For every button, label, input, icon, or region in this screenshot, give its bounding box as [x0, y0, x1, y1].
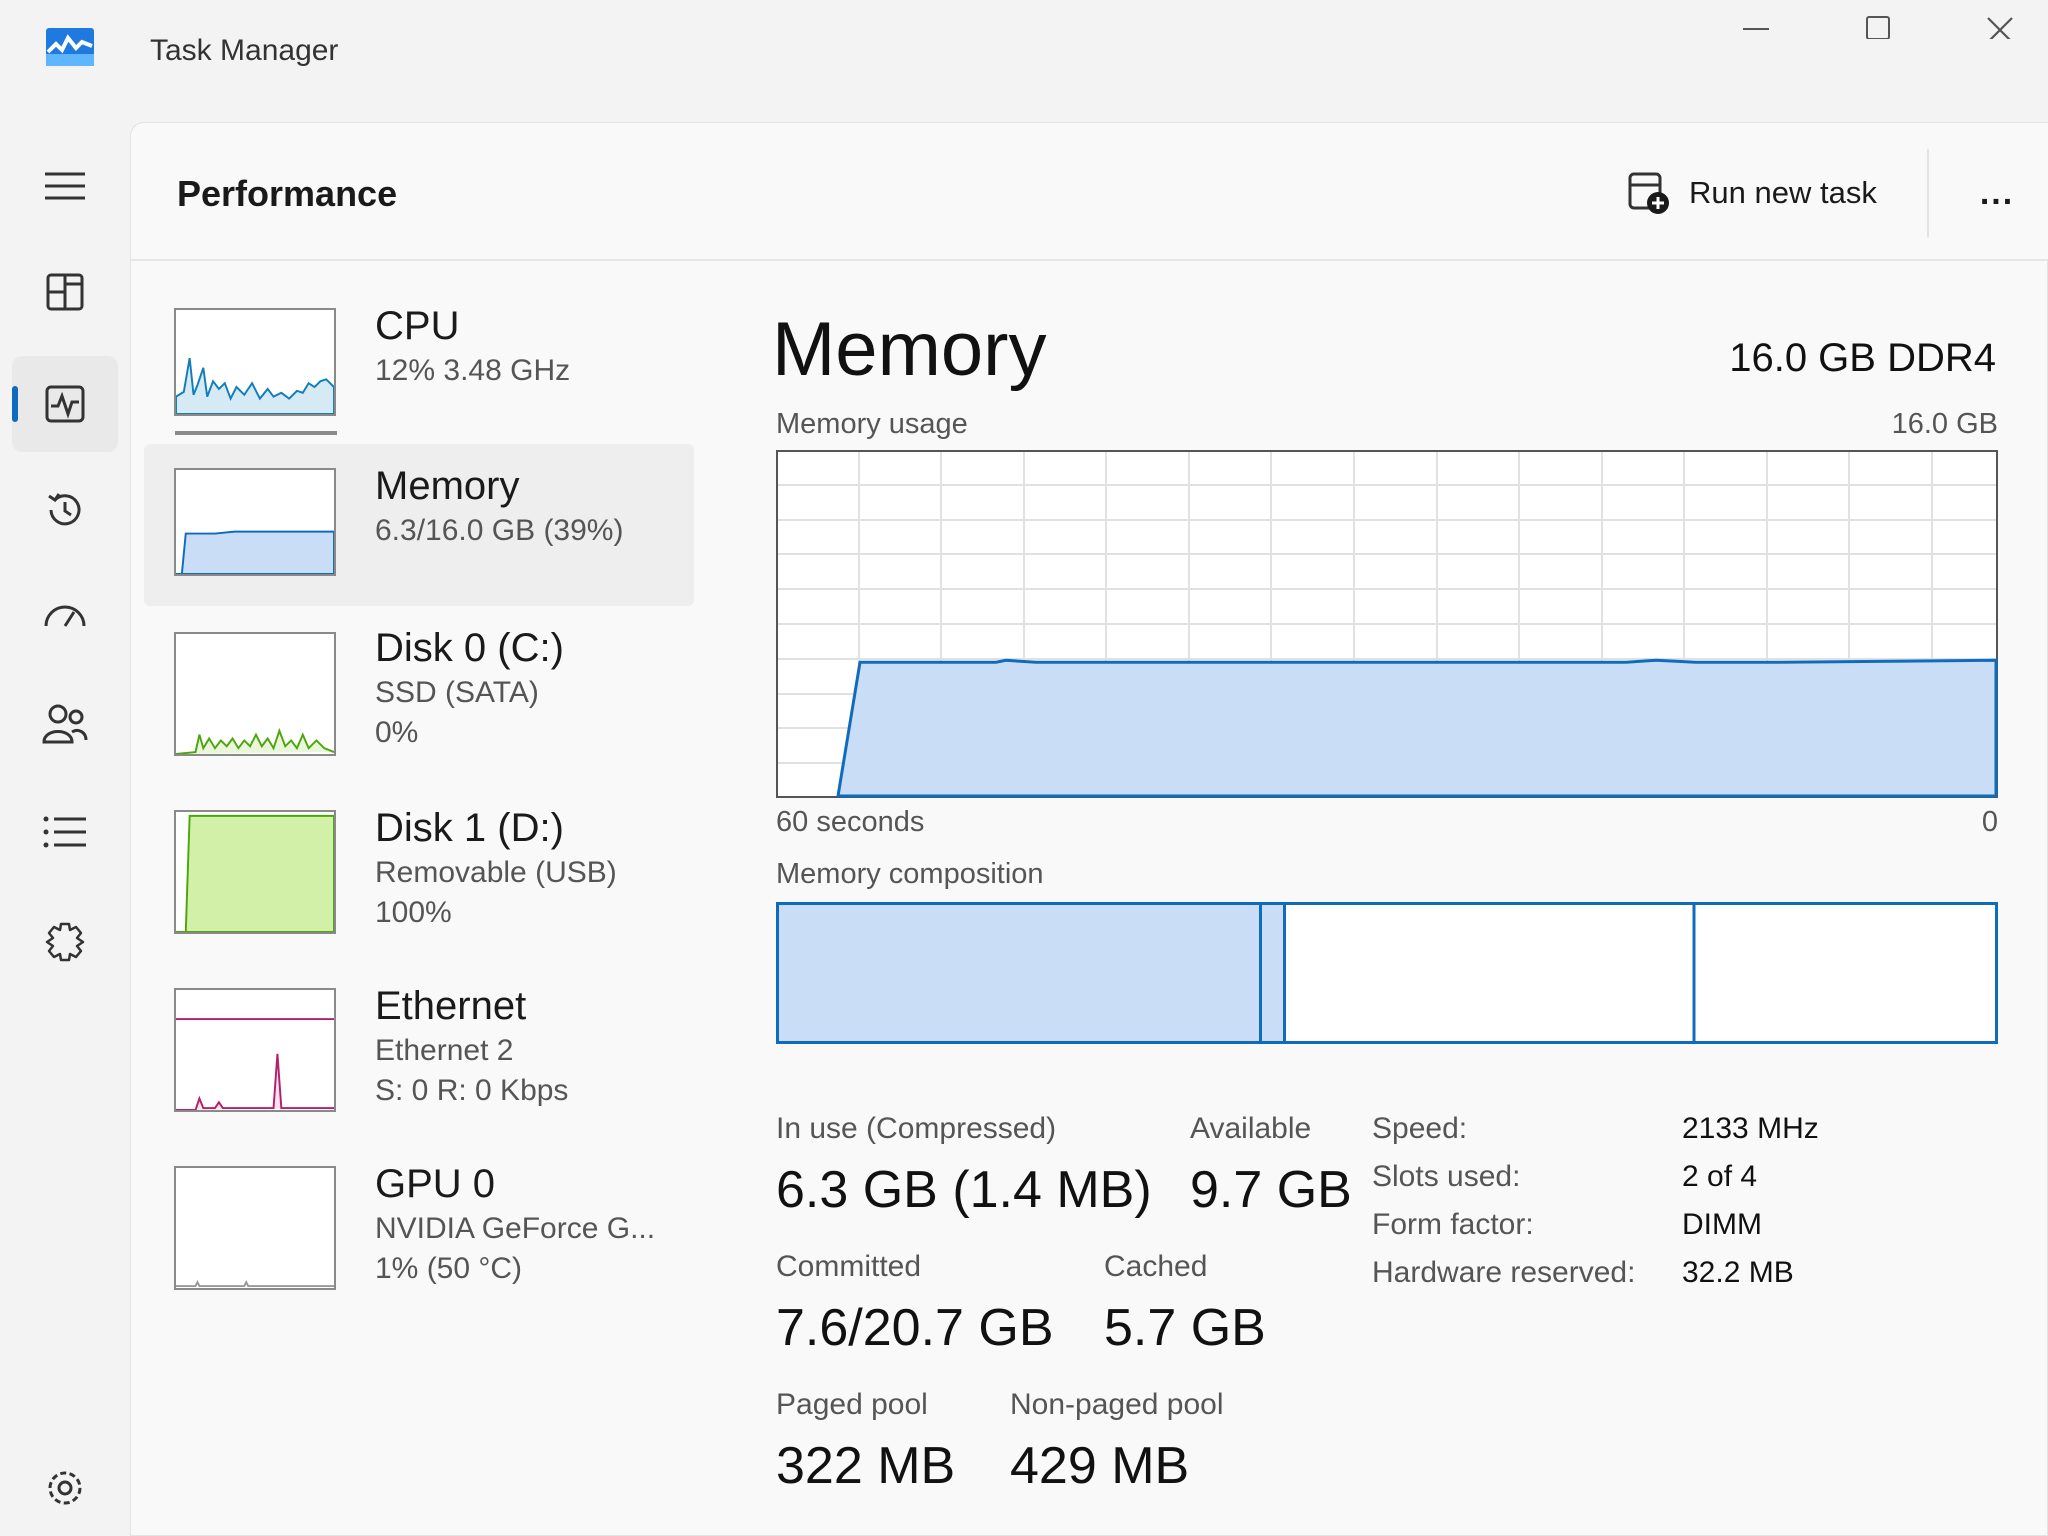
memory-usage-graph [776, 450, 1998, 798]
startup-apps-icon [44, 605, 86, 627]
nav-startup-apps[interactable] [12, 570, 118, 666]
device-name: Ethernet [375, 984, 527, 1028]
slots-used-label: Slots used: [1372, 1160, 1521, 1193]
time-axis-left: 60 seconds [776, 806, 925, 838]
form-factor-value: DIMM [1682, 1208, 1762, 1241]
device-throughput: S: 0 R: 0 Kbps [375, 1074, 569, 1107]
in-use-value: 6.3 GB (1.4 MB) [776, 1161, 1152, 1219]
speed-value: 2133 MHz [1682, 1112, 1819, 1145]
nav-app-history[interactable] [12, 462, 118, 558]
settings-icon [48, 1471, 82, 1505]
slots-used-value: 2 of 4 [1682, 1160, 1758, 1193]
non-paged-pool-label: Non-paged pool [1010, 1388, 1224, 1421]
disk-0-thumbnail [174, 632, 336, 756]
ethernet-thumbnail [174, 988, 336, 1112]
non-paged-pool-value: 429 MB [1010, 1437, 1190, 1495]
paged-pool-value: 322 MB [776, 1437, 956, 1495]
memory-composition-bar [776, 902, 1998, 1044]
in-use-label: In use (Compressed) [776, 1112, 1057, 1145]
device-usage: 0% [375, 716, 419, 749]
device-ethernet[interactable]: Ethernet Ethernet 2 S: 0 R: 0 Kbps [144, 972, 694, 1142]
run-new-task-icon [1628, 172, 1669, 214]
maximize-icon [1866, 16, 1890, 39]
device-name: CPU [375, 304, 460, 348]
device-usage: 100% [375, 896, 452, 929]
header-divider [1927, 149, 1929, 237]
composition-in-use [776, 902, 1262, 1044]
memory-usage-area [836, 658, 1998, 798]
nav-performance[interactable] [12, 356, 118, 452]
nav-menu-button[interactable] [12, 138, 118, 234]
form-factor-label: Form factor: [1372, 1208, 1534, 1241]
composition-modified [1259, 902, 1286, 1044]
device-detail: 12% 3.48 GHz [375, 354, 571, 387]
users-icon [42, 704, 88, 744]
more-icon: ... [1979, 173, 2015, 212]
device-disk-0[interactable]: Disk 0 (C:) SSD (SATA) 0% [144, 616, 694, 786]
nav-details[interactable] [12, 784, 118, 880]
device-cpu[interactable]: CPU 12% 3.48 GHz [144, 290, 694, 448]
usage-graph-max: 16.0 GB [1891, 408, 1998, 440]
available-label: Available [1190, 1112, 1312, 1145]
memory-spec: 16.0 GB DDR4 [1729, 336, 1996, 380]
page-title: Performance [177, 173, 398, 214]
hardware-reserved-label: Hardware reserved: [1372, 1256, 1636, 1289]
nav-settings[interactable] [12, 1440, 118, 1536]
device-detail: 6.3/16.0 GB (39%) [375, 514, 624, 547]
device-detail: SSD (SATA) [375, 676, 539, 709]
device-gpu-0[interactable]: GPU 0 NVIDIA GeForce G... 1% (50 °C) [144, 1150, 694, 1320]
available-value: 9.7 GB [1190, 1161, 1352, 1219]
usage-graph-label: Memory usage [776, 408, 968, 440]
composition-label: Memory composition [776, 858, 1044, 890]
cached-label: Cached [1104, 1250, 1208, 1283]
details-icon [43, 816, 86, 848]
hardware-reserved-value: 32.2 MB [1682, 1256, 1794, 1289]
nav-users[interactable] [12, 676, 118, 772]
window-title: Task Manager [150, 34, 339, 67]
device-detail: Removable (USB) [375, 856, 617, 889]
run-new-task-button[interactable]: Run new task [1627, 167, 1877, 219]
page-header: Performance Run new task ... [131, 123, 2048, 261]
close-icon [1987, 17, 2013, 39]
run-new-task-label: Run new task [1689, 175, 1877, 210]
device-name: Disk 1 (D:) [375, 806, 564, 850]
maximize-button[interactable] [1828, 0, 1928, 48]
device-name: Memory [375, 464, 520, 508]
detail-title: Memory [772, 307, 1047, 392]
processes-icon [46, 273, 84, 311]
nav-services[interactable] [12, 894, 118, 990]
speed-label: Speed: [1372, 1112, 1468, 1145]
app-history-icon [48, 493, 81, 526]
device-memory[interactable]: Memory 6.3/16.0 GB (39%) [144, 444, 694, 606]
device-detail: NVIDIA GeForce G... [375, 1212, 656, 1245]
device-disk-1[interactable]: Disk 1 (D:) Removable (USB) 100% [144, 794, 694, 964]
minimize-button[interactable] [1706, 0, 1806, 48]
device-usage: 1% (50 °C) [375, 1252, 523, 1285]
paged-pool-label: Paged pool [776, 1388, 928, 1421]
minimize-icon [1743, 28, 1769, 30]
committed-label: Committed [776, 1250, 922, 1283]
cpu-thumbnail [174, 308, 336, 416]
device-name: GPU 0 [375, 1162, 496, 1206]
gpu-0-thumbnail [174, 1166, 336, 1290]
nav-processes[interactable] [12, 244, 118, 340]
title-bar: Task Manager [0, 0, 2048, 120]
cached-value: 5.7 GB [1104, 1299, 1266, 1357]
performance-icon [45, 385, 85, 423]
services-icon [45, 922, 85, 962]
device-detail: Ethernet 2 [375, 1034, 514, 1067]
active-indicator [12, 386, 18, 422]
task-manager-app-icon [46, 28, 94, 66]
close-button[interactable] [1950, 0, 2048, 48]
device-name: Disk 0 (C:) [375, 626, 564, 670]
committed-value: 7.6/20.7 GB [776, 1299, 1054, 1357]
time-axis-right: 0 [1981, 806, 1998, 838]
more-options-button[interactable]: ... [1961, 167, 2033, 219]
memory-thumbnail [174, 468, 336, 576]
disk-1-thumbnail [174, 810, 336, 934]
hamburger-menu-icon [45, 172, 85, 200]
